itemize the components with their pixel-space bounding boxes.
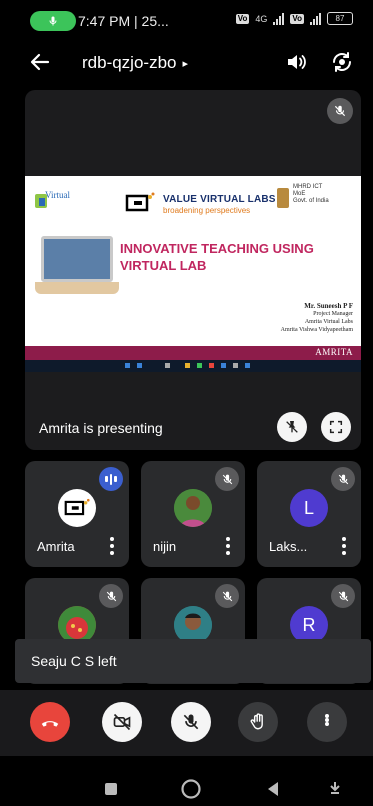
vvl-avatar-icon xyxy=(64,498,90,516)
person-photo-icon xyxy=(174,489,212,527)
vvl-logo-icon xyxy=(125,192,155,212)
unpin-icon xyxy=(286,421,298,433)
vvl-subtitle: broadening perspectives xyxy=(163,206,251,215)
slide-footer-band: AMRITA xyxy=(25,346,361,360)
raise-hand-button[interactable] xyxy=(238,702,278,742)
ongoing-call-indicator[interactable] xyxy=(30,11,76,31)
signal-icon xyxy=(273,12,285,25)
laptop-screen xyxy=(41,236,113,282)
mhrd-text: MHRD ICT MoE Govt. of India xyxy=(293,184,353,205)
meeting-header: rdb-qzjo-zbo ▸ xyxy=(0,40,373,84)
volte-badge: Vo xyxy=(235,13,250,24)
unpin-button[interactable] xyxy=(277,412,307,442)
network-generation: 4G xyxy=(255,13,268,24)
avatar-initial: L xyxy=(303,497,314,518)
slide-body: Virtual VALUE VIRTUAL LABS broadening pe… xyxy=(25,176,361,346)
presenter-org-1: Amrita Virtual Labs xyxy=(304,319,353,325)
system-nav-bar xyxy=(0,762,373,806)
camera-toggle-button[interactable] xyxy=(102,702,142,742)
shared-taskbar xyxy=(25,360,361,372)
mic-off-icon xyxy=(334,105,346,117)
amrita-logo-text: AMRITA xyxy=(315,347,353,357)
presenter-org-2: Amrita Vishwa Vidyapeetham xyxy=(280,327,353,333)
volte-badge-2: Vo xyxy=(290,13,304,24)
microphone-toggle-button[interactable] xyxy=(171,702,211,742)
participant-name: nijin xyxy=(153,539,177,554)
mhrd-line-2: MoE xyxy=(293,191,306,197)
mic-off-icon xyxy=(331,467,355,491)
signal-icon-2 xyxy=(310,12,321,25)
status-time: 7:47 PM | 25... xyxy=(78,13,169,29)
hang-up-icon xyxy=(41,721,59,727)
presentation-tile[interactable]: Virtual VALUE VIRTUAL LABS broadening pe… xyxy=(25,90,361,450)
slide-title: INNOVATIVE TEACHING USING VIRTUAL LAB xyxy=(120,241,314,273)
mic-off-icon xyxy=(331,584,355,608)
switch-camera-icon[interactable] xyxy=(330,50,354,74)
presenting-label: Amrita is presenting xyxy=(39,420,163,436)
avatar xyxy=(174,489,212,527)
more-options-icon[interactable] xyxy=(109,537,115,555)
camera-off-icon xyxy=(113,713,131,731)
call-controls xyxy=(0,690,373,756)
fullscreen-icon xyxy=(329,420,343,434)
mic-off-icon xyxy=(183,714,199,730)
microphone-icon xyxy=(49,16,57,26)
chevron-right-icon: ▸ xyxy=(182,57,189,70)
emblem-icon xyxy=(277,188,289,208)
laptop-base xyxy=(35,282,119,294)
back-arrow-icon[interactable] xyxy=(28,50,52,74)
mic-off-icon xyxy=(215,467,239,491)
status-icons: Vo 4G Vo 87 xyxy=(235,12,353,25)
more-options-button[interactable] xyxy=(307,702,347,742)
download-arrow-icon[interactable] xyxy=(328,780,342,796)
mic-off-icon xyxy=(99,584,123,608)
avatar xyxy=(58,489,96,527)
meeting-code[interactable]: rdb-qzjo-zbo ▸ xyxy=(82,53,188,73)
recents-icon[interactable] xyxy=(104,782,118,796)
back-triangle-icon[interactable] xyxy=(266,781,280,797)
presenter-role: Project Manager xyxy=(313,311,353,317)
presenter-name: Mr. Suneesh P F xyxy=(304,302,353,310)
more-options-icon[interactable] xyxy=(225,537,231,555)
avatar: L xyxy=(290,489,328,527)
more-options-icon[interactable] xyxy=(341,537,347,555)
speaking-indicator-icon xyxy=(99,467,123,491)
meeting-code-text: rdb-qzjo-zbo xyxy=(82,53,177,72)
battery-icon: 87 xyxy=(327,12,353,25)
avatar-initial: R xyxy=(302,614,316,635)
status-bar: 7:47 PM | 25... Vo 4G Vo 87 xyxy=(0,0,373,34)
participant-tile[interactable]: nijin xyxy=(141,461,245,567)
presenter-info: Mr. Suneesh P F Project Manager Amrita V… xyxy=(281,302,353,334)
participant-left-toast: Seaju C S left xyxy=(15,639,371,683)
shared-slide: Virtual VALUE VIRTUAL LABS broadening pe… xyxy=(25,176,361,450)
more-vert-icon xyxy=(325,714,329,730)
end-call-button[interactable] xyxy=(30,702,70,742)
mic-off-icon xyxy=(215,584,239,608)
vvl-title: VALUE VIRTUAL LABS xyxy=(163,194,276,205)
participant-name: Laks... xyxy=(269,539,308,554)
virtual-labs-logo-text: Virtual xyxy=(45,190,70,200)
speaker-icon[interactable] xyxy=(284,50,308,74)
vvl-logo: VALUE VIRTUAL LABS broadening perspectiv… xyxy=(125,188,285,218)
presenter-muted-badge xyxy=(327,98,353,124)
raise-hand-icon xyxy=(250,713,263,730)
laptop-image xyxy=(35,236,119,298)
participant-name: Amrita xyxy=(37,539,75,554)
participant-tile[interactable]: L Laks... xyxy=(257,461,361,567)
participant-tile[interactable]: Amrita xyxy=(25,461,129,567)
toast-text: Seaju C S left xyxy=(31,653,117,669)
mhrd-line-3: Govt. of India xyxy=(293,198,329,204)
home-icon[interactable] xyxy=(180,778,202,800)
mhrd-line-1: MHRD ICT xyxy=(293,184,323,190)
fullscreen-button[interactable] xyxy=(321,412,351,442)
